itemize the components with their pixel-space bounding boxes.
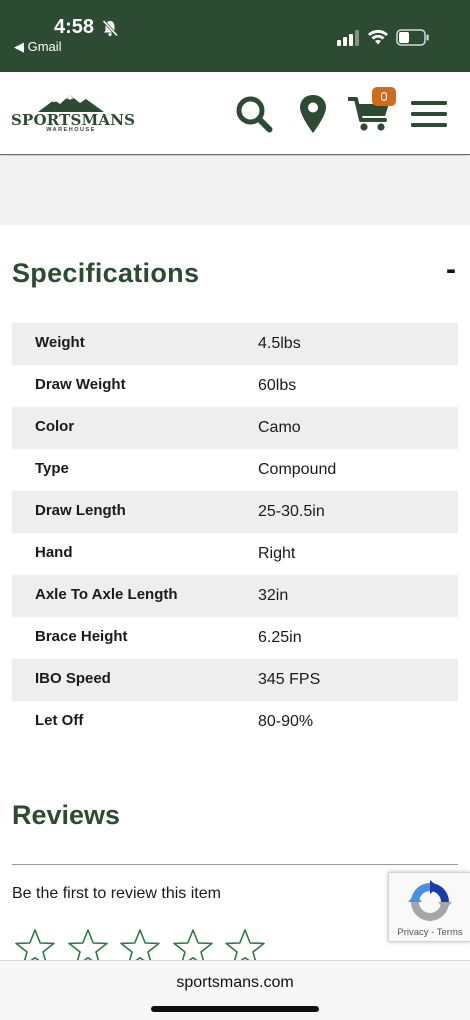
spec-label: Weight [35, 334, 85, 351]
back-to-app-link[interactable]: ◀ Gmail [14, 39, 62, 55]
spec-value: 25-30.5in [258, 503, 325, 520]
search-icon[interactable] [235, 95, 273, 133]
spec-value: Camo [258, 419, 301, 436]
content-spacer [0, 156, 470, 225]
spec-row: Let Off 80-90% [12, 701, 458, 743]
url-text[interactable]: sportsmans.com [0, 974, 470, 992]
spec-label: Type [35, 460, 69, 477]
specifications-table: Weight 4.5lbs Draw Weight 60lbs Color Ca… [12, 323, 458, 743]
hamburger-menu-icon[interactable] [410, 99, 448, 129]
location-icon[interactable] [298, 94, 328, 134]
spec-value: Compound [258, 461, 337, 478]
spec-row: Type Compound [12, 449, 458, 491]
spec-label: IBO Speed [35, 670, 111, 687]
spec-value: 6.25in [258, 629, 302, 646]
spec-row: Weight 4.5lbs [12, 323, 458, 365]
logo-subtext: WAREHOUSE [46, 127, 96, 133]
spec-row: Hand Right [12, 533, 458, 575]
cellular-signal-icon [337, 30, 359, 46]
spec-label: Draw Weight [35, 376, 126, 393]
home-indicator [151, 1006, 319, 1012]
mountain-logo-icon [38, 95, 104, 112]
recaptcha-badge[interactable]: Privacy - Terms [388, 872, 470, 942]
spec-row: Axle To Axle Length 32in [12, 575, 458, 617]
collapse-specifications-button[interactable]: - [440, 255, 462, 285]
bell-slash-icon [102, 19, 119, 37]
recaptcha-icon [408, 880, 452, 921]
battery-icon [396, 29, 429, 46]
browser-url-bar[interactable]: sportsmans.com [0, 960, 470, 1020]
spec-label: Draw Length [35, 502, 126, 519]
spec-value: 4.5lbs [258, 335, 301, 352]
spec-value: 60lbs [258, 377, 297, 394]
spec-value: 32in [258, 587, 289, 604]
wifi-icon [368, 29, 388, 45]
site-header: SPORTSMANS WAREHOUSE 0 [0, 72, 470, 155]
status-bar: 4:58 ◀ Gmail [0, 0, 470, 72]
spec-label: Brace Height [35, 628, 128, 645]
cart-count-badge[interactable]: 0 [372, 87, 396, 106]
reviews-heading: Reviews [12, 800, 121, 830]
sportsmans-logo[interactable]: SPORTSMANS WAREHOUSE [10, 94, 135, 134]
spec-row: IBO Speed 345 FPS [12, 659, 458, 701]
review-prompt: Be the first to review this item [12, 885, 221, 902]
spec-label: Let Off [35, 712, 84, 729]
spec-row: Draw Weight 60lbs [12, 365, 458, 407]
spec-row: Draw Length 25-30.5in [12, 491, 458, 533]
spec-value: Right [258, 545, 296, 562]
spec-label: Color [35, 418, 75, 435]
reviews-divider [12, 864, 458, 865]
spec-value: 345 FPS [258, 671, 321, 688]
recaptcha-privacy-terms-link[interactable]: Privacy - Terms [389, 927, 470, 938]
specifications-heading: Specifications [12, 258, 200, 288]
spec-value: 80-90% [258, 713, 314, 730]
status-time: 4:58 [54, 16, 95, 38]
spec-label: Axle To Axle Length [35, 586, 178, 603]
spec-label: Hand [35, 544, 73, 561]
spec-row: Brace Height 6.25in [12, 617, 458, 659]
spec-row: Color Camo [12, 407, 458, 449]
